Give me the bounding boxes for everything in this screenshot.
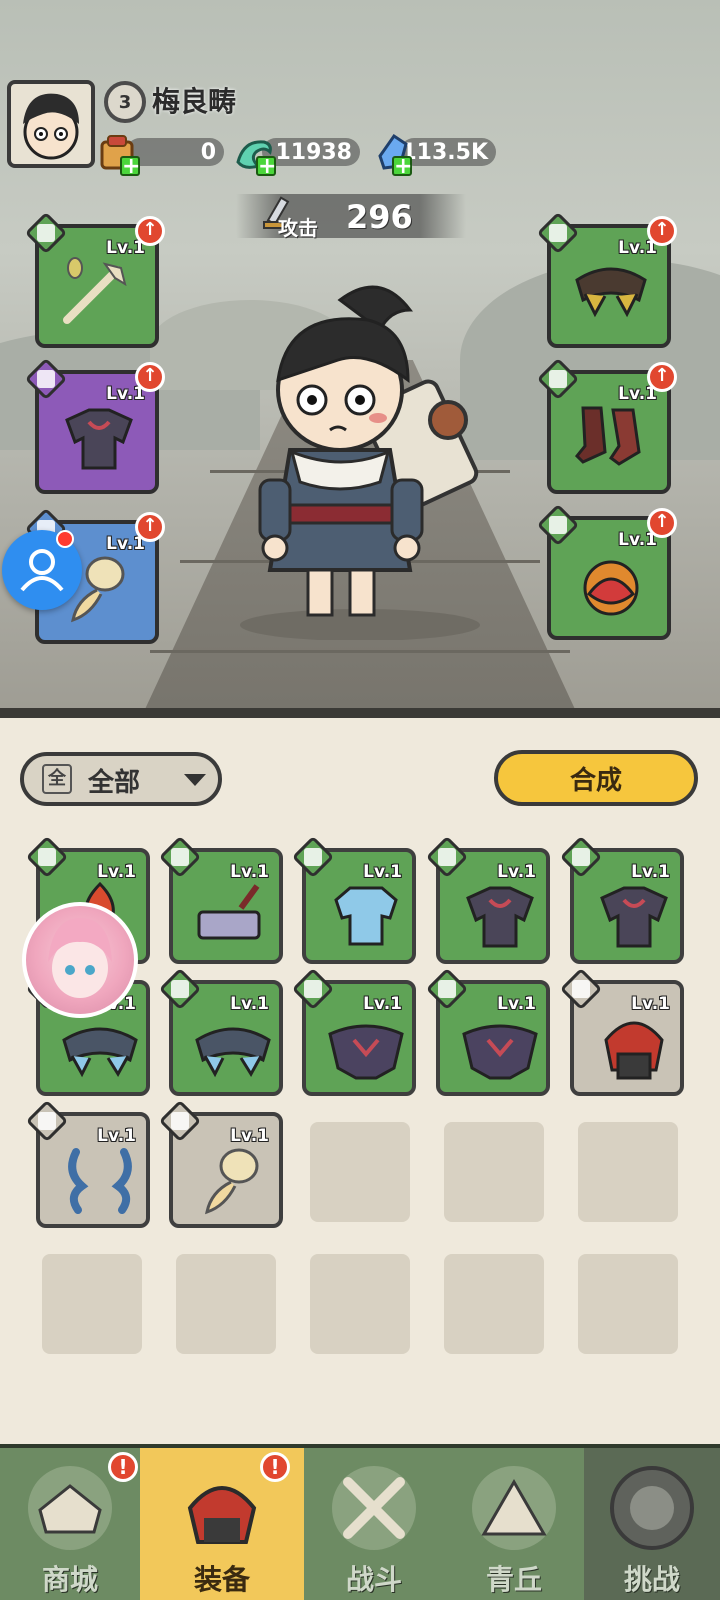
empty-slot: [444, 1122, 544, 1222]
lotus-orb-icon: [583, 560, 639, 616]
empty-slot: [310, 1122, 410, 1222]
alert-icon: !: [108, 1452, 138, 1482]
upgrade-arrow-icon: ↑: [647, 508, 677, 538]
equipment-helmet-icon: [187, 1486, 257, 1544]
player-name: 梅良畴: [152, 85, 237, 118]
nav-tab-shop[interactable]: 商城 !: [0, 1448, 140, 1600]
add-scrolls-button[interactable]: +: [120, 156, 140, 178]
feather-fan-icon: [205, 1148, 259, 1215]
empty-slot: [444, 1254, 544, 1354]
nav-label: 商城: [41, 1563, 98, 1596]
hero-character[interactable]: [220, 280, 500, 640]
upgrade-arrow-icon: ↑: [135, 512, 165, 542]
filter-all-icon: 全: [42, 764, 72, 794]
attack-value: 296: [346, 198, 413, 236]
dark-belt-icon: [462, 1024, 538, 1080]
upgrade-arrow-icon: ↑: [135, 216, 165, 246]
resource-crystal-value: 113.5K: [400, 138, 496, 166]
inventory-item[interactable]: Lv.1: [158, 835, 283, 964]
empty-slot: [176, 1254, 276, 1354]
equipped-weapon-slot[interactable]: Lv.1 ↑: [24, 211, 165, 348]
shop-icon: [28, 1466, 112, 1550]
dark-armor-icon: [466, 886, 534, 948]
inventory-item[interactable]: Lv.1: [559, 967, 684, 1096]
inventory-item[interactable]: Lv.1: [291, 835, 416, 964]
blue-horns-icon: [68, 1148, 132, 1214]
resource-scrolls-value: 0: [126, 138, 224, 166]
empty-slot: [42, 1254, 142, 1354]
nav-label: 挑战: [623, 1563, 680, 1596]
mountain-icon: [472, 1466, 556, 1550]
companion-avatar-button[interactable]: [22, 902, 138, 1018]
nav-tab-challenge[interactable]: 挑战: [584, 1448, 720, 1600]
upgrade-arrow-icon: ↑: [647, 216, 677, 246]
notification-dot: [56, 530, 74, 548]
resource-jade-value: 11938: [262, 138, 360, 166]
player-avatar[interactable]: [7, 80, 95, 168]
ice-belt-icon: [62, 1027, 138, 1078]
player-face-icon: [23, 93, 79, 160]
player-level-badge: 3: [104, 81, 146, 123]
inventory-item[interactable]: Lv.1: [291, 967, 416, 1096]
inventory-item[interactable]: Lv.1: [425, 967, 550, 1096]
crossed-swords-icon: [332, 1466, 416, 1550]
inventory-item[interactable]: Lv.1: [559, 835, 684, 964]
equipped-belt-slot[interactable]: Lv.1 ↑: [536, 211, 677, 348]
ice-armor-icon: [334, 886, 398, 946]
upgrade-arrow-icon: ↑: [647, 362, 677, 392]
challenge-orb-icon: [610, 1466, 694, 1550]
alert-icon: !: [260, 1452, 290, 1482]
equipped-boots-slot[interactable]: Lv.1 ↑: [536, 357, 677, 494]
dark-armor-icon: [600, 886, 668, 948]
nav-label: 青丘: [485, 1563, 542, 1596]
attack-label: 攻击: [278, 216, 318, 240]
add-crystal-button[interactable]: +: [392, 156, 412, 178]
empty-slot: [578, 1254, 678, 1354]
hammer-icon: [197, 884, 261, 940]
equipped-armor-slot[interactable]: Lv.1 ↑: [24, 357, 165, 494]
empty-slot: [310, 1254, 410, 1354]
inventory-item[interactable]: Lv.1: [425, 835, 550, 964]
road-stripe: [150, 650, 570, 653]
empty-slot: [578, 1122, 678, 1222]
inventory-item[interactable]: Lv.1: [158, 967, 283, 1096]
shoulder-belt-icon: [575, 267, 647, 318]
ice-belt-icon: [195, 1027, 271, 1078]
nav-label: 装备: [193, 1563, 250, 1596]
nav-label: 战斗: [345, 1563, 402, 1596]
nav-tab-equipment[interactable]: 装备 !: [140, 1448, 304, 1600]
equipped-amulet-slot[interactable]: Lv.1 ↑: [536, 503, 677, 640]
jade-staff-icon: [63, 257, 127, 324]
nav-tab-battle[interactable]: 战斗: [304, 1448, 444, 1600]
dark-belt-icon: [328, 1024, 404, 1080]
inventory-item[interactable]: Lv.1: [158, 1099, 283, 1228]
nav-tab-qingqiu[interactable]: 青丘: [444, 1448, 584, 1600]
craft-button[interactable]: 合成: [494, 750, 698, 806]
add-jade-button[interactable]: +: [256, 156, 276, 178]
filter-label: 全部: [88, 768, 141, 798]
caret-down-icon: [184, 774, 206, 786]
scene-divider: [0, 708, 720, 718]
red-helmet-icon: [604, 1021, 664, 1080]
dark-armor-icon: [65, 408, 133, 470]
red-boots-icon: [574, 406, 641, 466]
inventory-item[interactable]: Lv.1: [25, 1099, 150, 1228]
anime-girl-icon: [48, 918, 112, 998]
upgrade-arrow-icon: ↑: [135, 362, 165, 392]
